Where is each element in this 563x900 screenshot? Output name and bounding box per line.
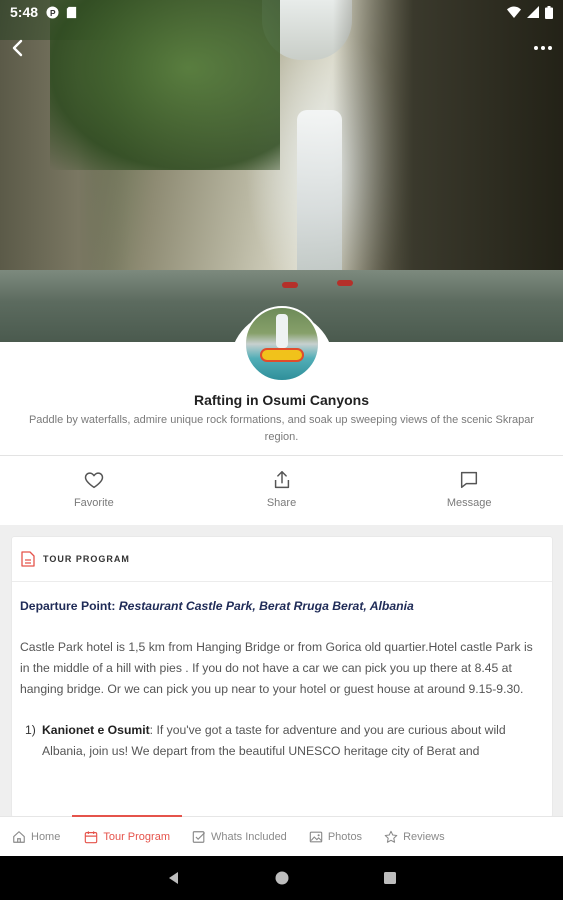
program-intro: Castle Park hotel is 1,5 km from Hanging… (20, 640, 533, 696)
program-item-number: 1) (25, 723, 36, 737)
image-icon (309, 831, 323, 842)
departure-point: Departure Point: Restaurant Castle Park,… (20, 596, 544, 617)
calendar-icon (85, 830, 98, 843)
tab-home-label: Home (31, 830, 61, 843)
tab-tour-program[interactable]: Tour Program (72, 814, 182, 857)
tour-program-title: TOUR PROGRAM (43, 554, 130, 564)
star-icon (384, 830, 398, 843)
tour-title: Rafting in Osumi Canyons (193, 392, 369, 408)
heart-icon (84, 472, 104, 489)
battery-icon (545, 5, 553, 19)
message-button[interactable]: Message (375, 456, 563, 524)
nav-back-button[interactable] (166, 870, 182, 886)
share-icon (274, 471, 289, 489)
share-label: Share (266, 497, 297, 509)
back-button[interactable] (6, 36, 30, 60)
bottom-tab-bar: Home Tour Program Whats Included Photos … (0, 814, 563, 857)
status-bar: 5:48 P (0, 0, 563, 24)
tour-avatar (244, 306, 320, 382)
program-item-text: Kanionet e Osumit: If you've got a taste… (42, 720, 544, 762)
tab-tour-program-label: Tour Program (103, 830, 170, 843)
tour-program-body: Departure Point: Restaurant Castle Park,… (12, 582, 552, 762)
tab-whats-included-label: Whats Included (210, 830, 287, 843)
program-item-title: Kanionet e Osumit (42, 723, 150, 737)
tab-reviews[interactable]: Reviews (384, 817, 445, 857)
nav-home-button[interactable] (274, 870, 290, 886)
notification-p-icon: P (46, 5, 59, 19)
departure-value: Restaurant Castle Park, Berat Rruga Bera… (118, 599, 414, 613)
tour-program-card: TOUR PROGRAM Departure Point: Restaurant… (12, 537, 552, 817)
message-label: Message (446, 497, 492, 509)
more-options-button[interactable] (531, 36, 555, 60)
tab-reviews-label: Reviews (403, 830, 445, 843)
cell-signal-icon (527, 6, 539, 18)
active-tab-indicator (72, 814, 182, 817)
tour-subtitle: Paddle by waterfalls, admire unique rock… (28, 414, 535, 443)
action-bar: Favorite Share Message (0, 456, 563, 524)
tab-photos-label: Photos (327, 830, 363, 843)
wifi-icon (507, 6, 521, 18)
status-time: 5:48 (10, 4, 39, 20)
svg-text:P: P (50, 7, 56, 17)
share-button[interactable]: Share (188, 456, 376, 524)
program-item: 1) Kanionet e Osumit: If you've got a ta… (20, 720, 544, 762)
system-navigation-bar (0, 856, 563, 900)
checkbox-icon (192, 830, 206, 843)
tour-program-header: TOUR PROGRAM (12, 537, 552, 582)
home-icon (13, 830, 25, 843)
message-icon (461, 471, 478, 489)
tab-photos[interactable]: Photos (309, 817, 362, 857)
nav-recents-button[interactable] (382, 870, 398, 886)
favorite-label: Favorite (73, 497, 114, 509)
departure-label: Departure Point: (20, 599, 116, 613)
document-icon (21, 551, 35, 567)
sd-card-icon (66, 6, 77, 18)
tab-home[interactable]: Home (12, 817, 60, 857)
hero-image (0, 0, 563, 350)
favorite-button[interactable]: Favorite (0, 456, 188, 524)
tab-whats-included[interactable]: Whats Included (192, 817, 287, 857)
